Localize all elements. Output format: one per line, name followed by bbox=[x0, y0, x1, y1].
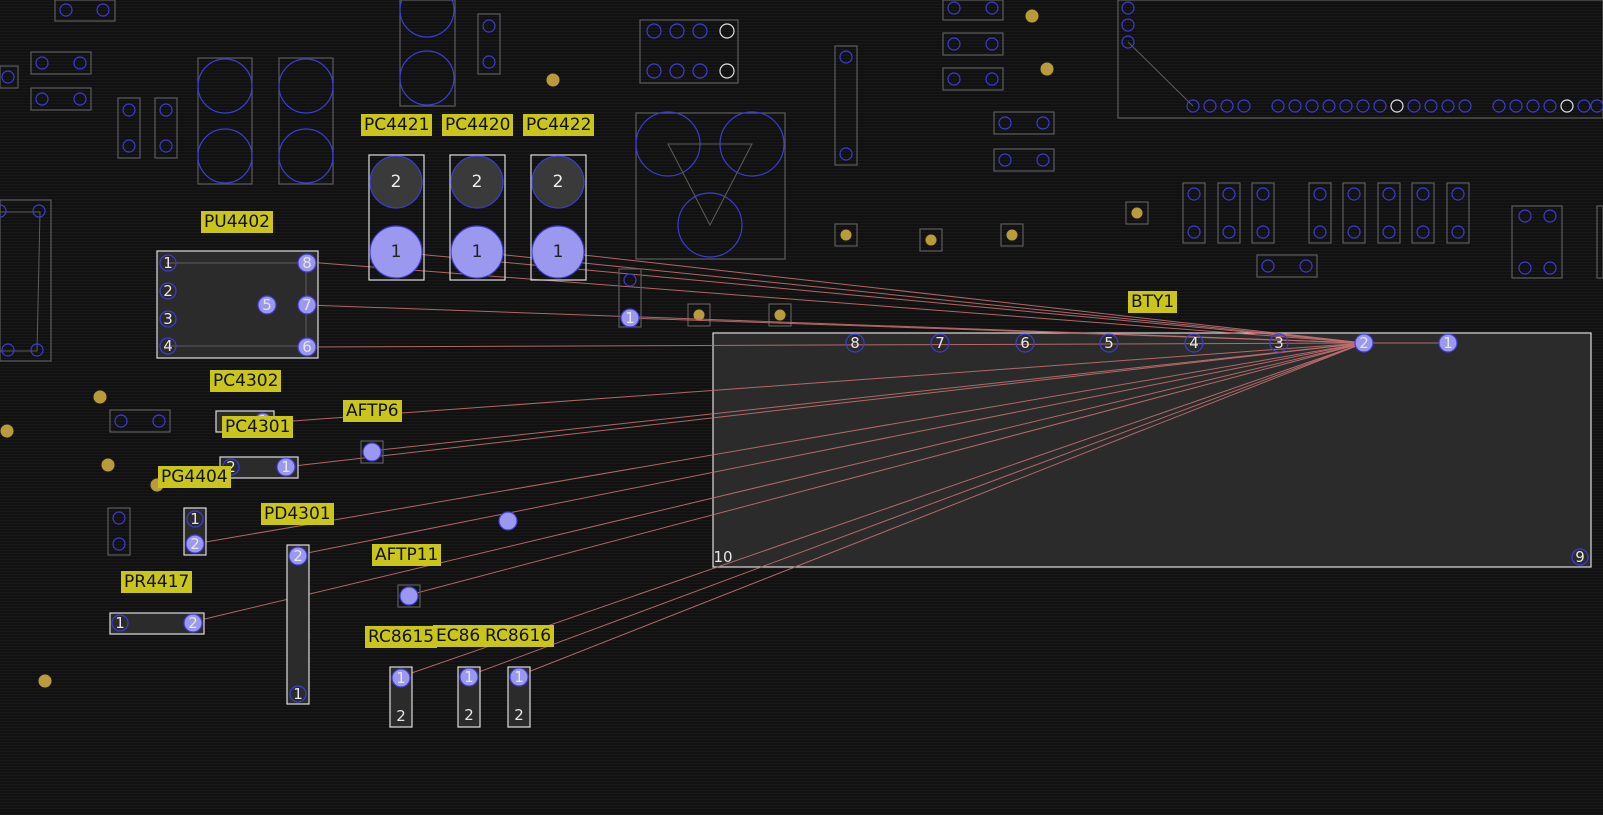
ref-label-pc4422[interactable]: PC4422 bbox=[523, 114, 595, 136]
pin-number: 7 bbox=[302, 296, 312, 314]
pin-number: 2 bbox=[514, 706, 524, 724]
pin-number: 1 bbox=[391, 242, 402, 262]
pin-number: 1 bbox=[472, 242, 483, 262]
pin-number: 8 bbox=[302, 254, 312, 272]
pin-number: 1 bbox=[625, 309, 635, 327]
pin-number: 1 bbox=[293, 685, 303, 703]
ref-label-pu4402[interactable]: PU4402 bbox=[201, 211, 273, 233]
ref-label-bty1[interactable]: BTY1 bbox=[1128, 291, 1178, 313]
pin-number: 8 bbox=[850, 334, 860, 352]
connector-pin bbox=[1543, 99, 1557, 113]
ref-label-pd4301[interactable]: PD4301 bbox=[261, 503, 334, 525]
connector-pin bbox=[1220, 99, 1234, 113]
connector-pin bbox=[1271, 99, 1285, 113]
pin-number: 1 bbox=[514, 668, 524, 686]
test-point[interactable] bbox=[498, 511, 518, 531]
connector-pin bbox=[1590, 99, 1603, 113]
pin-number: 2 bbox=[188, 614, 198, 632]
pd4301-footprint[interactable]: 2 1 bbox=[286, 544, 310, 705]
pin-number: 5 bbox=[262, 296, 272, 314]
ref-label-pg4404[interactable]: PG4404 bbox=[158, 466, 231, 488]
ec86-footprint[interactable]: 1 2 bbox=[457, 666, 481, 728]
ref-label-pc4420[interactable]: PC4420 bbox=[442, 114, 514, 136]
pin-number: 1 bbox=[553, 242, 564, 262]
ref-label-pr4417[interactable]: PR4417 bbox=[121, 571, 193, 593]
aftp11-footprint[interactable] bbox=[397, 584, 421, 608]
pin-number: 2 bbox=[293, 547, 303, 565]
pin-number: 2 bbox=[163, 282, 173, 300]
connector-pin bbox=[1441, 99, 1455, 113]
pc4421-footprint[interactable]: 2 1 bbox=[368, 154, 425, 281]
pin-number: 5 bbox=[1104, 334, 1114, 352]
ref-label-aftp6[interactable]: AFTP6 bbox=[343, 400, 402, 422]
pg4404-footprint[interactable]: 1 2 bbox=[183, 507, 207, 556]
pcb-canvas[interactable]: .o { fill: none; stroke: #5c5c5c; stroke… bbox=[0, 0, 1603, 815]
pin-number: 1 bbox=[464, 668, 474, 686]
connector-pin bbox=[1458, 99, 1472, 113]
ref-label-aftp11[interactable]: AFTP11 bbox=[372, 544, 442, 566]
pc4301-footprint[interactable]: 2 1 bbox=[219, 456, 299, 479]
pin-number: 4 bbox=[163, 337, 173, 355]
bty1-body[interactable] bbox=[712, 332, 1592, 568]
pin-number: 1 bbox=[115, 614, 125, 632]
ref-label-pc4302[interactable]: PC4302 bbox=[210, 370, 282, 392]
pin-number: 2 bbox=[1359, 334, 1369, 352]
pin-number: 1 bbox=[190, 510, 200, 528]
pin-number: 2 bbox=[464, 706, 474, 724]
pin-number: 3 bbox=[1274, 334, 1284, 352]
connector-pin bbox=[1509, 99, 1523, 113]
pin-number: 6 bbox=[302, 338, 312, 356]
connector-pin bbox=[1560, 99, 1574, 113]
pin-number: 7 bbox=[935, 334, 945, 352]
connector-pin bbox=[1577, 99, 1591, 113]
connector-pin bbox=[1203, 99, 1217, 113]
aftp6-footprint[interactable] bbox=[360, 440, 384, 464]
connector-pin bbox=[1390, 99, 1404, 113]
pin-number: 2 bbox=[472, 172, 483, 192]
connector-pin bbox=[1526, 99, 1540, 113]
bty1-pin-10-label: 10 bbox=[713, 548, 732, 566]
connector-pin bbox=[1373, 99, 1387, 113]
connector-pin bbox=[1322, 99, 1336, 113]
pin-number: 2 bbox=[391, 172, 402, 192]
ref-label-pc4301[interactable]: PC4301 bbox=[222, 416, 294, 438]
connector-pin bbox=[1237, 99, 1251, 113]
connector-pin bbox=[1424, 99, 1438, 113]
pcb-layout[interactable]: .o { fill: none; stroke: #5c5c5c; stroke… bbox=[0, 0, 1603, 815]
rc8616-footprint[interactable]: 1 2 bbox=[507, 666, 531, 728]
pin-number: 1 bbox=[396, 669, 406, 687]
pin-number: 2 bbox=[553, 172, 564, 192]
connector-pin bbox=[1356, 99, 1370, 113]
pin-number: 4 bbox=[1189, 334, 1199, 352]
ref-label-ec86[interactable]: EC86 bbox=[433, 625, 484, 647]
pr4417-footprint[interactable]: 1 2 bbox=[109, 612, 205, 635]
connector-pin bbox=[1305, 99, 1319, 113]
ref-label-rc8615[interactable]: RC8615 bbox=[365, 626, 438, 648]
ref-label-pc4421[interactable]: PC4421 bbox=[361, 114, 433, 136]
ref-label-rc8616[interactable]: RC8616 bbox=[482, 625, 555, 647]
connector-pin bbox=[1339, 99, 1353, 113]
pc4422-footprint[interactable]: 2 1 bbox=[530, 154, 587, 281]
rc8615-footprint[interactable]: 1 2 bbox=[389, 666, 413, 728]
pin-number: 2 bbox=[190, 535, 200, 553]
pc4420-footprint[interactable]: 2 1 bbox=[449, 154, 506, 281]
pin-number: 1 bbox=[281, 458, 291, 476]
pin-number: 1 bbox=[1443, 334, 1453, 352]
pin-number: 9 bbox=[1575, 548, 1585, 566]
pin-number: 2 bbox=[396, 707, 406, 725]
connector-pin bbox=[1288, 99, 1302, 113]
pin-number: 1 bbox=[163, 254, 173, 272]
pin-number: 6 bbox=[1020, 334, 1030, 352]
pin-number: 3 bbox=[163, 310, 173, 328]
pu4402-footprint[interactable]: 1 2 3 4 8 5 7 6 bbox=[156, 250, 319, 359]
small-part-footprint[interactable]: 1 bbox=[618, 268, 642, 328]
connector-pin bbox=[1492, 99, 1506, 113]
connector-pin bbox=[1407, 99, 1421, 113]
